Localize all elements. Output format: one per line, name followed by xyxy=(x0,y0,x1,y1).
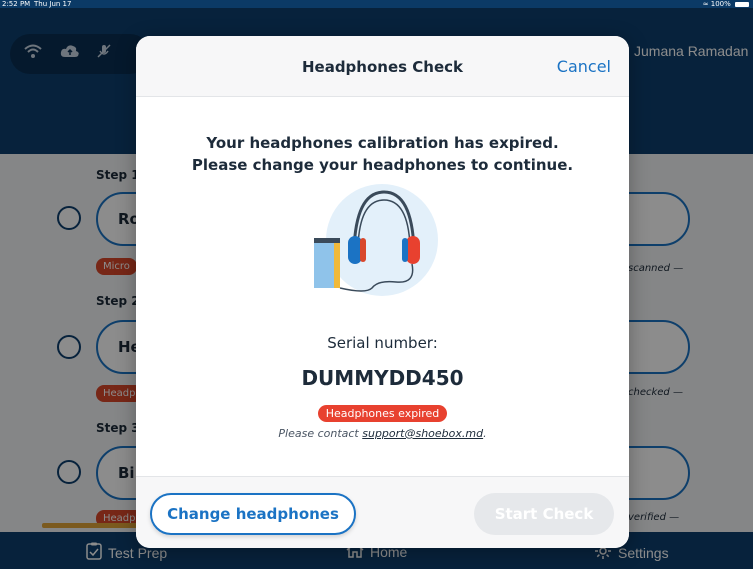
contact-prefix: Please contact xyxy=(278,427,363,440)
change-headphones-button[interactable]: Change headphones xyxy=(150,493,356,535)
cancel-button[interactable]: Cancel xyxy=(557,57,611,76)
headphones-expired-badge: Headphones expired xyxy=(317,405,448,422)
headphones-check-modal: Headphones Check Cancel Your headphones … xyxy=(136,36,629,548)
serial-number-label: Serial number: xyxy=(327,334,438,352)
modal-title: Headphones Check xyxy=(301,58,464,76)
battery-icon xyxy=(735,1,749,7)
message-line-2: Please change your headphones to continu… xyxy=(191,156,574,174)
wifi-status-icon: ≈ xyxy=(702,0,709,8)
right-earcup-icon xyxy=(406,236,420,264)
battery-percent: 100% xyxy=(710,0,731,8)
modal-footer: Change headphones Start Check xyxy=(136,476,629,548)
headphones-illustration xyxy=(312,184,452,296)
status-date: Thu Jun 17 xyxy=(34,0,72,8)
contact-suffix: . xyxy=(483,427,487,440)
start-check-button[interactable]: Start Check xyxy=(474,493,614,535)
support-email-link[interactable]: support@shoebox.md xyxy=(362,427,483,440)
contact-support-text: Please contact support@shoebox.md. xyxy=(136,427,629,440)
left-earcup-icon xyxy=(348,236,362,264)
status-time: 2:52 PM xyxy=(2,0,31,8)
serial-number-value: DUMMYDD450 xyxy=(301,366,464,390)
modal-header: Headphones Check Cancel xyxy=(136,36,629,97)
battery-indicator: ≈ 100% xyxy=(703,0,749,8)
expired-badge-wrap: Headphones expired xyxy=(136,402,629,422)
status-bar: 2:52 PM Thu Jun 17 ≈ 100% xyxy=(0,0,753,8)
message-line-1: Your headphones calibration has expired. xyxy=(206,134,559,152)
